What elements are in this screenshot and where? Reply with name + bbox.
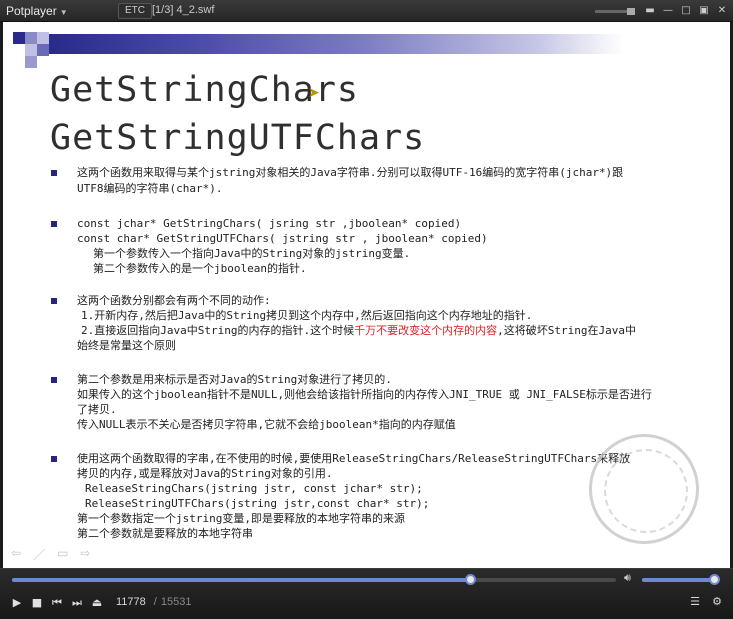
control-bar: 🔊︎ ▶ ■ ⏮︎ ⏭︎ ⏏︎ 11778 /15531 ☰ ⚙ bbox=[0, 568, 733, 619]
time-display: 11778 /15531 bbox=[116, 596, 191, 608]
slide-text-line: const jchar* GetStringChars( jsring str … bbox=[77, 217, 462, 230]
header-band bbox=[49, 34, 623, 54]
decor-square bbox=[13, 32, 25, 44]
minimize-icon[interactable]: — bbox=[661, 4, 675, 18]
chevron-down-icon: ▼ bbox=[59, 8, 68, 17]
slide-text-line: 第二个参数传入的是一个jboolean的指针. bbox=[93, 262, 307, 275]
next-icon[interactable]: ⏭︎ bbox=[70, 596, 84, 610]
watermark-seal bbox=[589, 434, 699, 544]
settings-icon[interactable]: ⚙ bbox=[711, 596, 723, 608]
video-viewport[interactable]: GetStringChars GetStringUTFChars ➤ 这两个函数… bbox=[3, 22, 730, 568]
window-controls: ▬ — □ ▣ ✕ bbox=[595, 3, 729, 19]
bullet-marker bbox=[51, 456, 57, 462]
app-menu-button[interactable]: Potplayer ▼ bbox=[6, 4, 68, 18]
speaker-icon[interactable]: 🔊︎ bbox=[624, 571, 631, 585]
eject-icon[interactable]: ⏏︎ bbox=[90, 596, 104, 610]
file-label: [1/3] 4_2.swf bbox=[152, 4, 215, 16]
decor-square bbox=[25, 44, 37, 56]
slide-text-line: ReleaseStringUTFChars(jstring jstr,const… bbox=[85, 497, 430, 510]
slide-text-line: 第二个参数是用来标示是否对Java的String对象进行了拷贝的. bbox=[77, 373, 392, 386]
opacity-slider[interactable] bbox=[595, 7, 635, 15]
right-controls: ☰ ⚙ bbox=[689, 596, 723, 608]
decor-square bbox=[25, 56, 37, 68]
bullet-block: 这两个函数用来取得与某个jstring对象相关的Java字符串.分别可以取得UT… bbox=[51, 166, 701, 200]
mouse-cursor-icon: ➤ bbox=[308, 85, 320, 101]
time-separator: / bbox=[153, 596, 157, 608]
bullet-marker bbox=[51, 298, 57, 304]
slide-text-line: 第一个参数传入一个指向Java中的String对象的jstring变量. bbox=[93, 247, 411, 260]
slide-text-line: 第一个参数指定一个jstring变量,即是要释放的本地字符串的来源 bbox=[77, 512, 405, 525]
slide-text-line: 1.开新内存,然后把Java中的String拷贝到这个内存中,然后返回指向这个内… bbox=[81, 309, 533, 322]
slide-text-line: 这两个函数分别都会有两个不同的动作: bbox=[77, 294, 271, 307]
slide-text-line: ReleaseStringChars(jstring jstr, const j… bbox=[85, 482, 423, 495]
slide-text-line: 了拷贝. bbox=[77, 403, 117, 416]
pen-icon[interactable]: ／ bbox=[33, 546, 45, 563]
volume-slider[interactable] bbox=[642, 574, 720, 585]
arrow-left-icon[interactable]: ⇦ bbox=[11, 546, 21, 563]
close-icon[interactable]: ✕ bbox=[715, 4, 729, 18]
warning-text: 千万不要改变这个内存的内容 bbox=[354, 324, 498, 337]
slide-text-line: 始终是常量这个原则 bbox=[77, 339, 176, 352]
fullscreen-icon[interactable]: ▣ bbox=[697, 4, 711, 18]
bullet-marker bbox=[51, 221, 57, 227]
slide-text-line: 如果传入的这个jboolean指针不是NULL,则他会给该指针所指向的内存传入J… bbox=[77, 388, 652, 401]
play-icon[interactable]: ▶ bbox=[10, 596, 24, 610]
slide-text-segment: ,这将破坏String在Java中 bbox=[497, 324, 636, 337]
bullet-block: const jchar* GetStringChars( jsring str … bbox=[51, 217, 701, 279]
bullet-block: 这两个函数分别都会有两个不同的动作: 1.开新内存,然后把Java中的Strin… bbox=[51, 294, 701, 356]
category-badge[interactable]: ETC bbox=[118, 3, 152, 19]
stop-icon[interactable]: ■ bbox=[30, 596, 44, 610]
current-time: 11778 bbox=[116, 596, 146, 608]
slide-nav-tools: ⇦ ／ ▭ ⇨ bbox=[11, 546, 90, 563]
bullet-block: 第二个参数是用来标示是否对Java的String对象进行了拷贝的. 如果传入的这… bbox=[51, 373, 701, 435]
seek-handle[interactable] bbox=[465, 574, 476, 585]
slide-text-line: 传入NULL表示不关心是否拷贝字符串,它就不会给jboolean*指向的内存赋值 bbox=[77, 418, 456, 431]
playlist-icon[interactable]: ☰ bbox=[689, 596, 701, 608]
slide-text-line: 使用这两个函数取得的字串,在不使用的时候,要使用ReleaseStringCha… bbox=[77, 452, 631, 465]
slide-text-line: 这两个函数用来取得与某个jstring对象相关的Java字符串.分别可以取得UT… bbox=[77, 166, 624, 179]
transport-controls: ▶ ■ ⏮︎ ⏭︎ ⏏︎ bbox=[10, 595, 104, 611]
app-name: Potplayer bbox=[6, 4, 57, 18]
title-bar: Potplayer ▼ ETC [1/3] 4_2.swf ▬ — □ ▣ ✕ bbox=[0, 0, 733, 22]
volume-level bbox=[642, 578, 714, 582]
slide-text-segment: 2.直接返回指向Java中String的内存的指针.这个时候 bbox=[81, 324, 355, 337]
menu-icon[interactable]: ▭ bbox=[57, 546, 68, 563]
volume-handle[interactable] bbox=[708, 574, 720, 585]
prev-icon[interactable]: ⏮︎ bbox=[50, 596, 64, 610]
slide-text-line: 第二个参数就是要释放的本地字符串 bbox=[77, 527, 253, 540]
decor-square bbox=[37, 44, 49, 56]
bullet-marker bbox=[51, 377, 57, 383]
decor-square bbox=[25, 32, 37, 44]
bullet-marker bbox=[51, 170, 57, 176]
slide-text-line: 拷贝的内存,或是释放对Java的String对象的引用. bbox=[77, 467, 333, 480]
maximize-icon[interactable]: □ bbox=[679, 4, 693, 18]
arrow-right-icon[interactable]: ⇨ bbox=[80, 546, 90, 563]
pin-icon[interactable]: ▬ bbox=[643, 4, 657, 18]
slide-text-line: UTF8编码的字符串(char*). bbox=[77, 182, 223, 195]
total-time: 15531 bbox=[160, 596, 192, 608]
slide-text-line-with-warning: 2.直接返回指向Java中String的内存的指针.这个时候千万不要改变这个内存… bbox=[81, 324, 636, 338]
slide-text-line: const char* GetStringUTFChars( jstring s… bbox=[77, 232, 488, 245]
seek-bar[interactable] bbox=[12, 574, 616, 585]
slide-title-line2: GetStringUTFChars bbox=[50, 118, 426, 158]
seek-progress bbox=[12, 578, 470, 582]
decor-square bbox=[37, 32, 49, 44]
